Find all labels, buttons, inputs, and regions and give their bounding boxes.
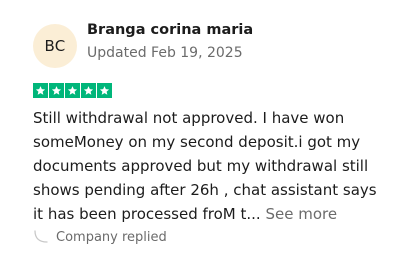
avatar-initials: BC	[44, 37, 66, 55]
review-card: BC Branga corina maria Updated Feb 19, 2…	[0, 0, 400, 270]
review-text-line: documents approved but my withdrawal sti…	[33, 157, 369, 175]
reviewer-name[interactable]: Branga corina maria	[87, 22, 253, 38]
review-text-line: Still withdrawal not approved. I have wo…	[33, 109, 345, 127]
review-text-line-last: it has been processed froM t... See more	[33, 202, 383, 226]
company-replied-label: Company replied	[56, 229, 167, 245]
star-icon	[49, 83, 64, 98]
see-more-link[interactable]: See more	[265, 205, 337, 223]
star-icon	[33, 83, 48, 98]
star-rating	[33, 83, 112, 98]
star-icon	[65, 83, 80, 98]
review-text-truncated: it has been processed froM t...	[33, 205, 261, 223]
star-icon	[97, 83, 112, 98]
review-text-line: someMoney on my second deposit.i got my	[33, 133, 361, 151]
reply-arrow-icon	[34, 230, 48, 243]
avatar: BC	[33, 24, 77, 68]
review-text-line: shows pending after 26h , chat assistant…	[33, 181, 377, 199]
review-date: Updated Feb 19, 2025	[87, 45, 243, 61]
company-replied[interactable]: Company replied	[33, 229, 167, 245]
star-icon	[81, 83, 96, 98]
review-text: Still withdrawal not approved. I have wo…	[33, 106, 383, 226]
